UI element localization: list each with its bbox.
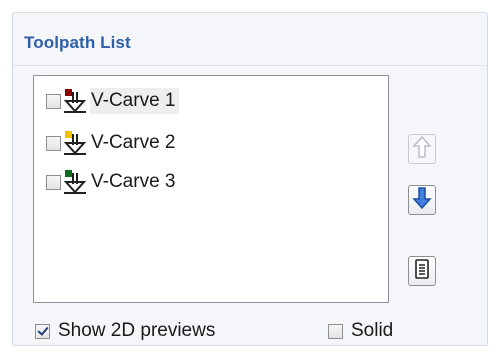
show-2d-previews-checkbox[interactable] [35,323,50,339]
solid-checkbox[interactable] [328,323,343,339]
show-2d-previews-option[interactable]: Show 2D previews [35,320,215,342]
arrow-up-icon [412,135,432,164]
toolpath-name: V-Carve 2 [91,132,176,153]
toolpath-list[interactable]: V-Carve 1 V-Carve 2 V-Carve 3 [33,75,389,303]
move-up-button[interactable] [408,134,436,164]
vcarve-toolpath-icon [62,169,88,195]
toolpath-visibility-checkbox[interactable] [46,135,61,151]
arrow-down-icon [412,186,432,215]
toolpath-name: V-Carve 3 [91,171,176,192]
list-item[interactable]: V-Carve 3 [46,165,179,199]
toolpath-visibility-checkbox[interactable] [46,93,61,109]
vcarve-toolpath-icon [62,88,88,114]
toolpath-properties-button[interactable] [408,256,436,286]
toolpath-name: V-Carve 1 [90,88,180,114]
show-2d-previews-label: Show 2D previews [58,320,216,341]
solid-option[interactable]: Solid [328,320,393,342]
panel-title: Toolpath List [24,33,131,52]
solid-label: Solid [351,320,394,341]
title-divider [13,65,487,66]
list-item[interactable]: V-Carve 2 [46,126,179,160]
vcarve-toolpath-icon [62,130,88,156]
toolpath-visibility-checkbox[interactable] [46,174,61,190]
move-down-button[interactable] [408,185,436,215]
document-icon [414,258,430,284]
list-item[interactable]: V-Carve 1 [46,84,180,118]
